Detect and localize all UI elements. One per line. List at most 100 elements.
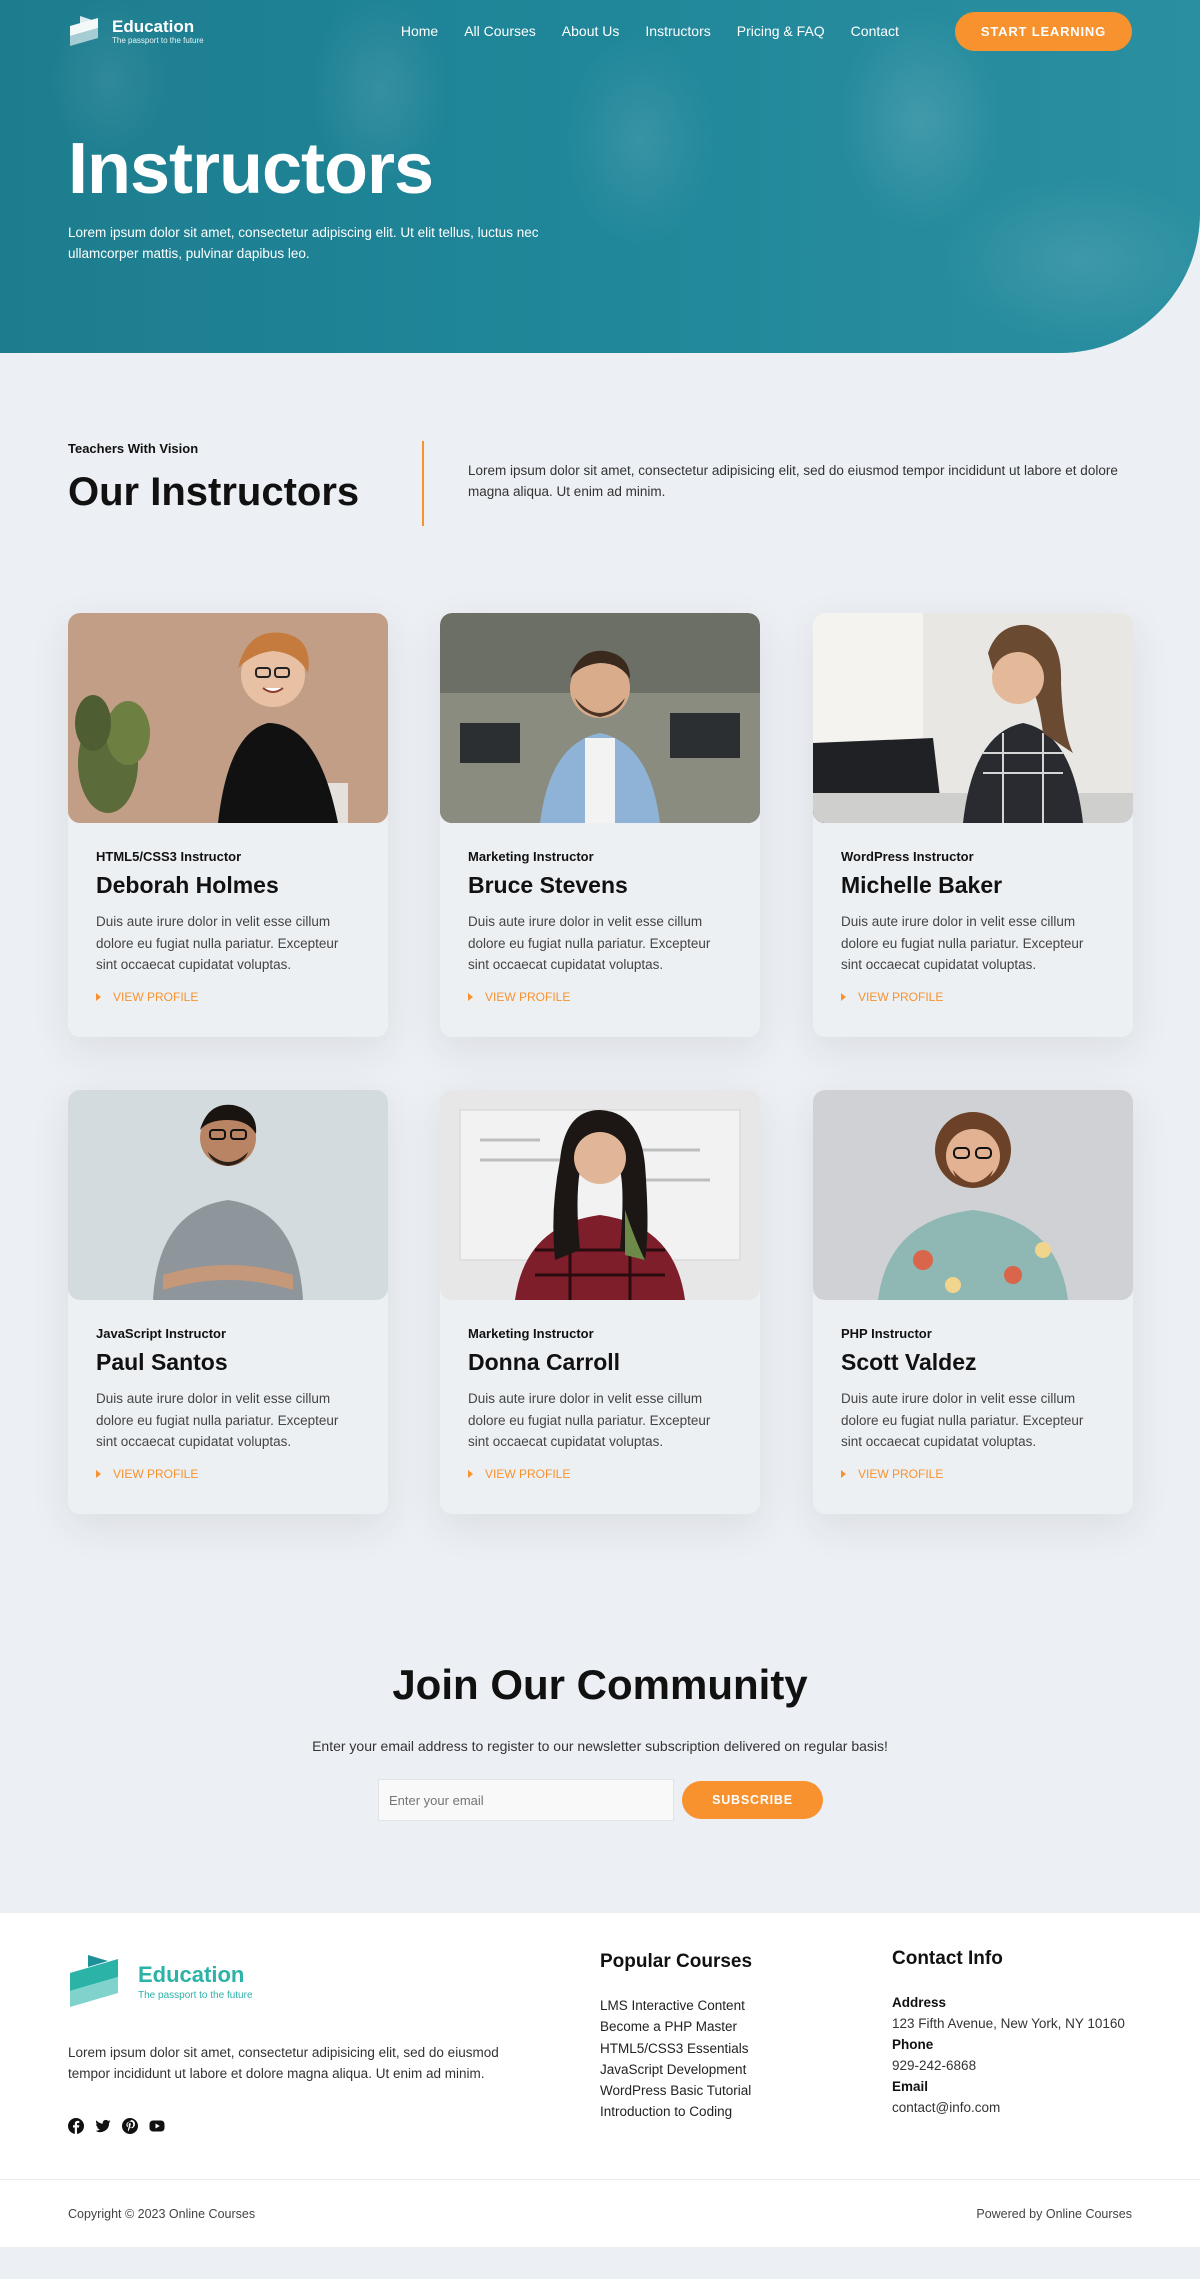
top-nav: Education The passport to the future Hom… (0, 0, 1200, 62)
instructor-role: Marketing Instructor (468, 1326, 594, 1341)
popular-courses-title: Popular Courses (600, 1951, 753, 1972)
instructor-card: Marketing Instructor Bruce Stevens Duis … (440, 613, 760, 1037)
instructor-name: Scott Valdez (841, 1349, 977, 1375)
logo-mark-icon (70, 16, 98, 46)
logo-mark-icon (70, 1955, 118, 2007)
instructors-grid: HTML5/CSS3 Instructor Deborah Holmes Dui… (0, 613, 1200, 1613)
page-title: Instructors (68, 129, 434, 209)
caret-right-icon (841, 992, 846, 1001)
instructor-card: JavaScript Instructor Paul Santos Duis a… (68, 1090, 388, 1514)
course-link[interactable]: Become a PHP Master (600, 2016, 752, 2037)
instructor-name: Deborah Holmes (96, 872, 279, 898)
instructor-role: Marketing Instructor (468, 849, 594, 864)
nav-link-pricing-faq[interactable]: Pricing & FAQ (737, 23, 825, 39)
divider (422, 441, 424, 526)
popular-courses: Popular Courses LMS Interactive Content … (600, 1951, 752, 2123)
instructor-role: HTML5/CSS3 Instructor (96, 849, 242, 864)
copyright-text: Copyright © 2023 Online Courses (68, 2206, 256, 2221)
caret-right-icon (468, 1469, 473, 1478)
instructor-description: Duis aute irure dolor in velit esse cill… (468, 1391, 711, 1449)
logo-title: Education (112, 16, 195, 36)
instructor-photo (68, 1090, 388, 1300)
address-value: 123 Fifth Avenue, New York, NY 10160 (892, 2016, 1125, 2031)
instructor-description: Duis aute irure dolor in velit esse cill… (841, 914, 1084, 972)
instructor-name: Bruce Stevens (468, 872, 628, 898)
section-title: Our Instructors (68, 470, 360, 514)
view-profile-label: VIEW PROFILE (485, 1466, 571, 1481)
course-link[interactable]: HTML5/CSS3 Essentials (600, 2038, 752, 2059)
instructor-card: HTML5/CSS3 Instructor Deborah Holmes Dui… (68, 613, 388, 1037)
view-profile-label: VIEW PROFILE (858, 1466, 944, 1481)
site-footer: Education The passport to the future Lor… (0, 1913, 1200, 2179)
contact-info: Contact Info Address 123 Fifth Avenue, N… (892, 1948, 1152, 2118)
email-value[interactable]: contact@info.com (892, 2097, 1152, 2118)
nav-link-about-us[interactable]: About Us (562, 23, 620, 39)
instructor-name: Michelle Baker (841, 872, 1003, 898)
view-profile-label: VIEW PROFILE (485, 989, 571, 1004)
instructor-description: Duis aute irure dolor in velit esse cill… (468, 914, 711, 972)
logo-tagline: The passport to the future (112, 35, 204, 45)
address-label: Address (892, 1995, 947, 2010)
instructor-description: Duis aute irure dolor in velit esse cill… (841, 1391, 1084, 1449)
course-link[interactable]: Introduction to Coding (600, 2101, 752, 2122)
nav-link-home[interactable]: Home (401, 23, 438, 39)
copyright-bar: Copyright © 2023 Online Courses Powered … (0, 2179, 1200, 2247)
powered-by-text: Powered by Online Courses (976, 2206, 1132, 2221)
email-input[interactable] (378, 1779, 674, 1821)
instructor-card: Marketing Instructor Donna Carroll Duis … (440, 1090, 760, 1514)
subscribe-button[interactable]: SUBSCRIBE (682, 1781, 823, 1819)
newsletter-section: Join Our Community Enter your email addr… (0, 1613, 1200, 1913)
instructor-role: WordPress Instructor (841, 849, 974, 864)
view-profile-link[interactable]: VIEW PROFILE (96, 1467, 360, 1481)
nav-link-instructors[interactable]: Instructors (645, 23, 710, 39)
instructor-photo (440, 613, 760, 823)
facebook-icon[interactable] (68, 2118, 84, 2134)
newsletter-subtitle: Enter your email address to register to … (312, 1738, 888, 1754)
twitter-icon[interactable] (95, 2118, 111, 2134)
main-menu: Home All Courses About Us Instructors Pr… (401, 11, 1132, 51)
instructor-role: JavaScript Instructor (96, 1326, 227, 1341)
footer-about-text: Lorem ipsum dolor sit amet, consectetur … (68, 2045, 499, 2081)
nav-link-contact[interactable]: Contact (851, 23, 899, 39)
pinterest-icon[interactable] (122, 2118, 138, 2134)
instructor-card: WordPress Instructor Michelle Baker Duis… (813, 613, 1133, 1037)
social-links (68, 2118, 165, 2134)
instructor-photo (440, 1090, 760, 1300)
instructor-name: Donna Carroll (468, 1349, 621, 1375)
instructor-photo (68, 613, 388, 823)
caret-right-icon (96, 1469, 101, 1478)
course-link[interactable]: LMS Interactive Content (600, 1995, 752, 2016)
caret-right-icon (468, 992, 473, 1001)
view-profile-link[interactable]: VIEW PROFILE (96, 990, 360, 1004)
newsletter-title: Join Our Community (392, 1661, 808, 1708)
course-link[interactable]: JavaScript Development (600, 2059, 752, 2080)
newsletter-form: SUBSCRIBE (378, 1779, 823, 1821)
start-learning-button[interactable]: START LEARNING (954, 11, 1132, 51)
instructor-description: Duis aute irure dolor in velit esse cill… (96, 1391, 339, 1449)
site-logo[interactable]: Education The passport to the future (68, 14, 204, 48)
caret-right-icon (96, 992, 101, 1001)
contact-info-title: Contact Info (892, 1948, 1003, 1969)
youtube-icon[interactable] (149, 2118, 165, 2134)
section-description: Lorem ipsum dolor sit amet, consectetur … (468, 463, 1118, 499)
instructor-photo (813, 613, 1133, 823)
phone-label: Phone (892, 2037, 934, 2052)
view-profile-link[interactable]: VIEW PROFILE (468, 990, 732, 1004)
footer-logo-tagline: The passport to the future (138, 1989, 253, 2001)
hero-section: Education The passport to the future Hom… (0, 0, 1200, 353)
view-profile-label: VIEW PROFILE (113, 989, 199, 1004)
instructor-name: Paul Santos (96, 1349, 228, 1375)
hero-subtitle: Lorem ipsum dolor sit amet, consectetur … (68, 225, 539, 261)
footer-logo-title: Education (138, 1961, 245, 1987)
email-label: Email (892, 2079, 929, 2094)
view-profile-link[interactable]: VIEW PROFILE (841, 1467, 1105, 1481)
phone-value[interactable]: 929-242-6868 (892, 2055, 1152, 2076)
course-link[interactable]: WordPress Basic Tutorial (600, 2080, 752, 2101)
view-profile-link[interactable]: VIEW PROFILE (841, 990, 1105, 1004)
nav-link-all-courses[interactable]: All Courses (464, 23, 536, 39)
footer-logo[interactable]: Education The passport to the future (68, 1953, 253, 2009)
intro-section: Teachers With Vision Our Instructors Lor… (0, 353, 1200, 613)
view-profile-label: VIEW PROFILE (858, 989, 944, 1004)
view-profile-link[interactable]: VIEW PROFILE (468, 1467, 732, 1481)
instructor-role: PHP Instructor (841, 1326, 932, 1341)
